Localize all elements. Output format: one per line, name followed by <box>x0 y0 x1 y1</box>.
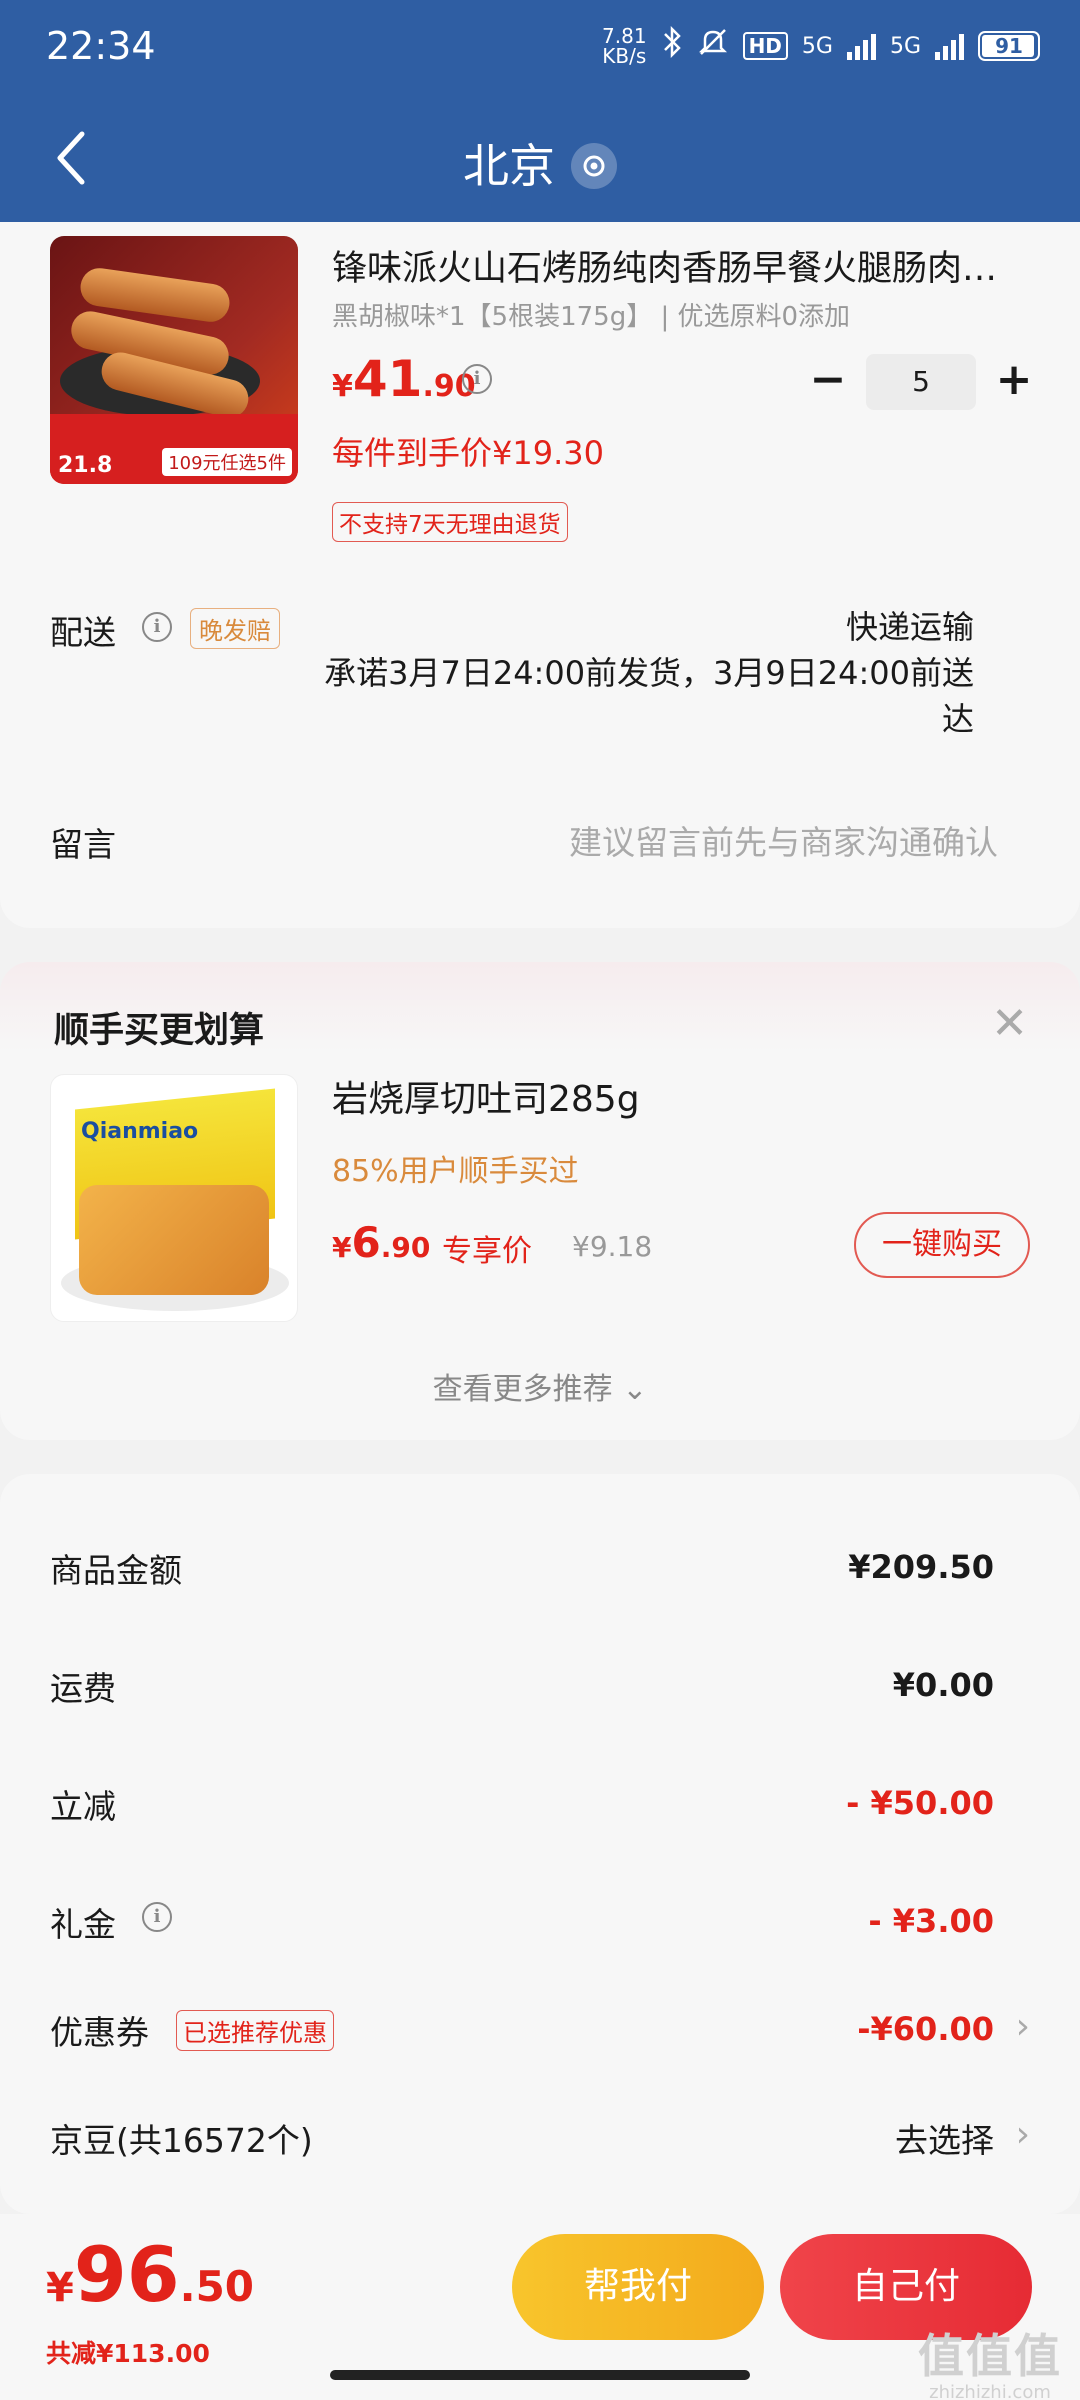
bundle-image-brand: Qianmiao <box>81 1119 199 1144</box>
battery-icon: 91 <box>978 31 1040 61</box>
late-compensation-badge: 晚发赔 <box>190 608 280 649</box>
delivery-method: 快递运输 <box>845 608 974 646</box>
total-decimal: .50 <box>179 2262 255 2311</box>
bundle-exclusive-label: 专享价 <box>442 1234 532 1269</box>
product-spec[interactable]: 黑胡椒味*1【5根装175g】 | 优选原料0添加 <box>332 296 850 333</box>
discount-label: 立减 <box>50 1787 116 1826</box>
delivery-label: 配送 <box>50 613 116 652</box>
coupon-label: 优惠券 <box>50 2013 149 2052</box>
location-icon[interactable] <box>571 142 617 189</box>
summary-row-goods: 商品金额 ¥209.50 <box>50 1544 1030 1604</box>
price-integer: 41 <box>352 350 423 408</box>
summary-row-coupon[interactable]: 优惠券 已选推荐优惠 -¥60.00 › <box>50 2006 1030 2066</box>
quantity-stepper: − 5 + <box>806 354 1036 410</box>
bundle-price-currency: ¥ <box>332 1231 352 1264</box>
network-speed-unit: KB/s <box>602 44 647 68</box>
bundle-item-image[interactable]: Qianmiao <box>50 1074 298 1322</box>
network-speed-value: 7.81 <box>602 24 647 48</box>
shipping-label: 运费 <box>50 1669 116 1708</box>
goods-amount-value: ¥209.50 <box>848 1548 994 1586</box>
product-image-price: 21.8 <box>58 453 113 478</box>
order-item-card: 21.8 109元任选5件 锋味派火山石烤肠纯肉香肠早餐火腿肠肉… 黑胡椒味*1… <box>0 222 1080 928</box>
signal-5g-label-2: 5G <box>889 33 921 59</box>
close-icon[interactable]: ✕ <box>991 998 1028 1049</box>
coupon-value: -¥60.00 <box>857 2010 994 2048</box>
signal-bars-icon <box>846 32 876 60</box>
signal-5g-label-1: 5G <box>801 33 833 59</box>
hd-voice-icon: HD <box>742 32 788 60</box>
status-time: 22:34 <box>46 24 156 68</box>
decrease-quantity-button[interactable]: − <box>806 354 850 410</box>
bundle-image-toast <box>79 1185 269 1295</box>
coupon-selected-badge: 已选推荐优惠 <box>176 2010 334 2051</box>
shipping-value: ¥0.00 <box>892 1666 994 1704</box>
product-price: ¥41.90 <box>332 350 476 408</box>
one-click-buy-button[interactable]: 一键购买 <box>854 1212 1030 1278</box>
price-info-icon[interactable]: i <box>462 364 492 394</box>
more-recommendations-link[interactable]: 查看更多推荐 ⌄ <box>0 1364 1080 1408</box>
total-integer: 96 <box>73 2230 180 2319</box>
bluetooth-icon <box>661 25 683 66</box>
delivery-info-icon[interactable]: i <box>142 612 172 642</box>
page-title-wrap: 北京 <box>0 130 1080 196</box>
quantity-field[interactable]: 5 <box>866 354 976 410</box>
page-title: 北京 <box>463 139 555 193</box>
home-indicator[interactable] <box>330 2370 750 2380</box>
status-icons: 7.81 KB/s HD 5G 5G 91 <box>602 25 1040 66</box>
order-summary-card: 商品金额 ¥209.50 运费 ¥0.00 立减 - ¥50.00 礼金 i -… <box>0 1474 1080 2214</box>
return-policy-badge: 不支持7天无理由退货 <box>332 502 568 542</box>
chevron-right-icon: › <box>1015 2006 1030 2047</box>
jingdou-select: 去选择 <box>895 2121 994 2160</box>
bundle-item-name[interactable]: 岩烧厚切吐司285g <box>332 1070 640 1122</box>
help-me-pay-button[interactable]: 帮我付 <box>512 2234 764 2340</box>
watermark-logo: 值值值 <box>918 2329 1062 2383</box>
product-image-banner: 21.8 109元任选5件 <box>50 414 298 484</box>
signal-bars-icon-2 <box>935 32 964 60</box>
delivery-details[interactable]: 快递运输 承诺3月7日24:00前发货，3月9日24:00前送达 <box>294 604 974 742</box>
bundle-price-integer: 6 <box>351 1218 381 1267</box>
bundle-original-price: ¥9.18 <box>572 1230 653 1263</box>
delivery-promise: 承诺3月7日24:00前发货，3月9日24:00前送达 <box>324 654 974 738</box>
bundle-price: ¥6.90 <box>332 1218 430 1267</box>
network-speed: 7.81 KB/s <box>602 26 647 66</box>
bundle-social-proof: 85%用户顺手买过 <box>332 1154 579 1189</box>
product-title[interactable]: 锋味派火山石烤肠纯肉香肠早餐火腿肠肉… <box>332 240 1042 291</box>
discount-value: - ¥50.00 <box>846 1784 994 1822</box>
product-image-promo: 109元任选5件 <box>162 448 292 476</box>
mute-icon <box>697 26 729 66</box>
total-currency: ¥ <box>46 2265 74 2311</box>
summary-row-gift: 礼金 i - ¥3.00 <box>50 1898 1030 1958</box>
gift-value: - ¥3.00 <box>868 1902 994 1940</box>
top-bar: 22:34 7.81 KB/s HD 5G 5G 91 北京 <box>0 0 1080 228</box>
gift-label: 礼金 <box>50 1905 116 1944</box>
chevron-right-icon: › <box>1015 2114 1030 2155</box>
watermark-url: zhizhizhi.com <box>929 2382 1051 2400</box>
bundle-recommendation-card: 顺手买更划算 ✕ Qianmiao 岩烧厚切吐司285g 85%用户顺手买过 ¥… <box>0 962 1080 1440</box>
bundle-price-decimal: .90 <box>380 1231 431 1264</box>
unit-price: 每件到手价¥19.30 <box>332 434 604 472</box>
jingdou-label: 京豆(共16572个) <box>50 2121 313 2160</box>
total-price: ¥96.50 <box>46 2230 254 2319</box>
battery-level: 91 <box>995 34 1023 58</box>
summary-row-jingdou[interactable]: 京豆(共16572个) 去选择 › <box>50 2114 1030 2174</box>
watermark: 值值值 zhizhizhi.com <box>918 2320 1062 2400</box>
bundle-title: 顺手买更划算 <box>54 1011 265 1051</box>
remark-label: 留言 <box>50 825 116 864</box>
total-saved[interactable]: 共减¥113.00 <box>46 2334 210 2370</box>
goods-amount-label: 商品金额 <box>50 1551 182 1590</box>
price-currency: ¥ <box>332 369 353 404</box>
gift-info-icon[interactable]: i <box>142 1902 172 1932</box>
summary-row-shipping: 运费 ¥0.00 <box>50 1662 1030 1722</box>
remark-input[interactable]: 建议留言前先与商家沟通确认 <box>569 816 998 864</box>
increase-quantity-button[interactable]: + <box>992 354 1036 410</box>
product-image[interactable]: 21.8 109元任选5件 <box>50 236 298 484</box>
summary-row-discount: 立减 - ¥50.00 <box>50 1780 1030 1840</box>
